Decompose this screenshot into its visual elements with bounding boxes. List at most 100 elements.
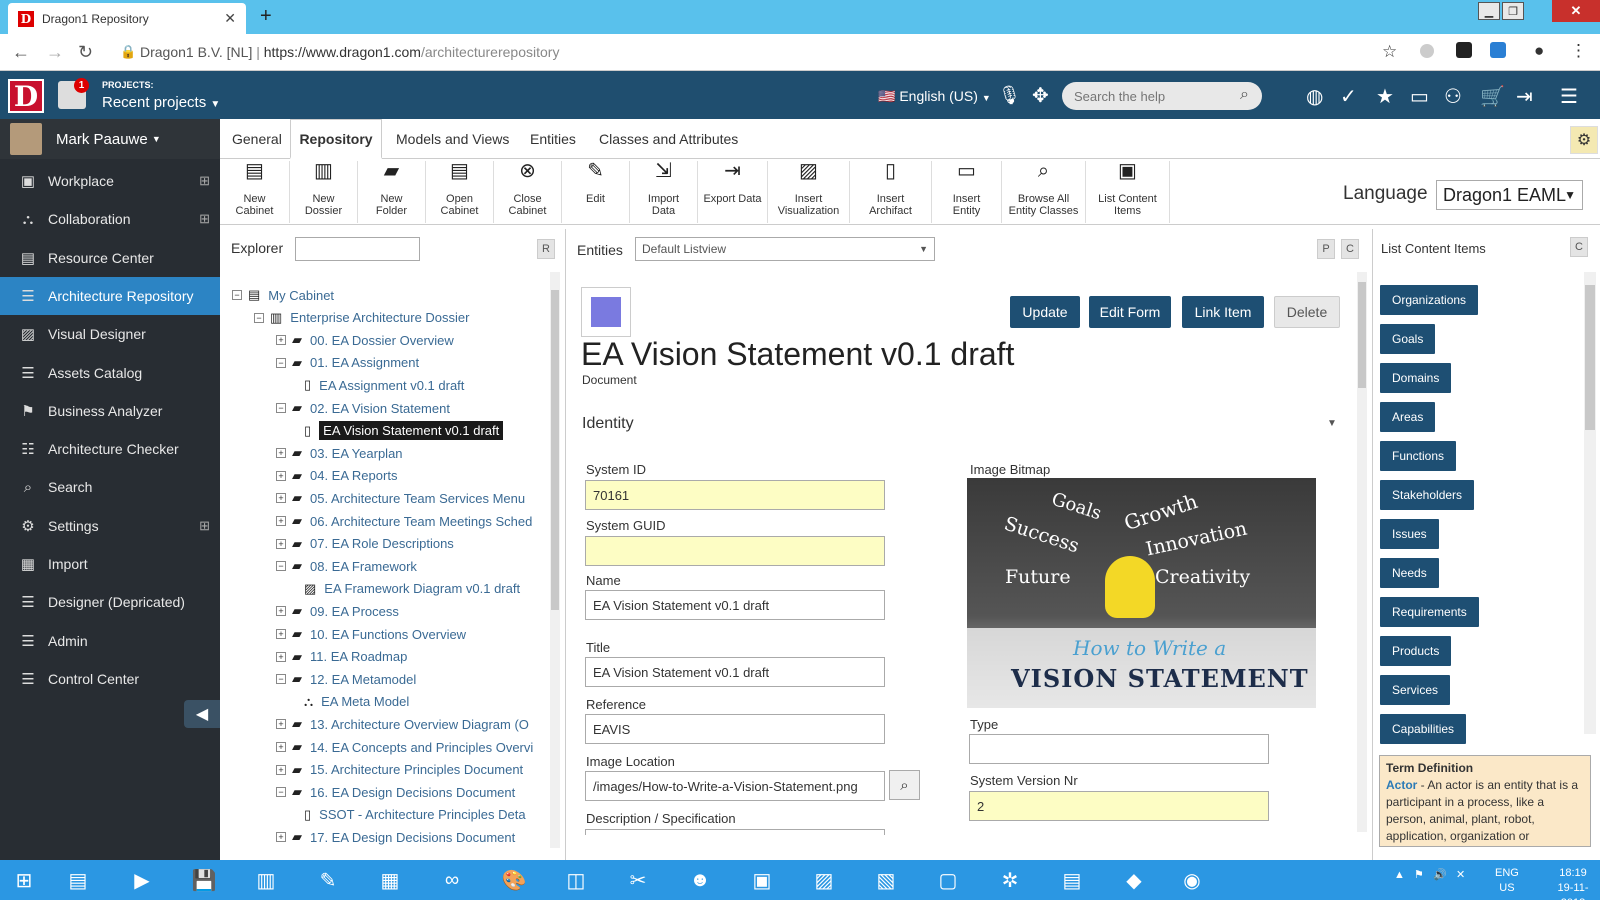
browser-tab[interactable]: D Dragon1 Repository ✕ <box>8 3 246 34</box>
sidebar-item-resource-center[interactable]: ▤ Resource Center <box>0 239 220 277</box>
sidebar-item-designer-depricated[interactable]: ☰ Designer (Depricated) <box>0 583 220 621</box>
settings-gear-icon[interactable]: ⚙ <box>1570 126 1598 154</box>
extension-skype-icon[interactable] <box>1490 42 1506 58</box>
network-app-icon[interactable]: ✲ <box>992 864 1028 896</box>
sidebar-item-search[interactable]: ⌕ Search <box>0 468 220 506</box>
input-language-indicator[interactable]: ENG US <box>1495 866 1519 896</box>
tree-expander-icon[interactable]: + <box>276 538 286 549</box>
content-tag-requirements[interactable]: Requirements <box>1380 597 1479 627</box>
game-app-icon[interactable]: ☻ <box>682 864 718 896</box>
close-window-icon[interactable]: ✕ <box>1552 0 1600 22</box>
snipping-tool-icon[interactable]: ✂ <box>620 864 656 896</box>
content-tag-products[interactable]: Products <box>1380 636 1452 666</box>
browser-menu-icon[interactable]: ⋮ <box>1570 41 1587 61</box>
list-content-items-button[interactable]: ▣ List Content Items <box>1086 161 1170 223</box>
tree-item[interactable]: + ▰ 09. EA Process <box>276 600 399 622</box>
tree-expander-icon[interactable]: + <box>276 335 286 346</box>
sidebar-item-settings[interactable]: ⚙ Settings ⊞ <box>0 507 220 545</box>
recent-projects-dropdown[interactable]: Recent projects ▼ <box>102 94 220 111</box>
content-tag-issues[interactable]: Issues <box>1380 519 1439 549</box>
new-folder-button[interactable]: ▰ New Folder <box>358 161 426 223</box>
star-icon[interactable]: ★ <box>1376 84 1394 109</box>
infinity-app-icon[interactable]: ∞ <box>434 864 470 896</box>
microphone-icon[interactable]: 🎙 <box>998 85 1021 106</box>
extension-circle-icon[interactable] <box>1420 44 1434 58</box>
tree-item[interactable]: ▯ EA Vision Statement v0.1 draft <box>298 420 504 442</box>
tree-item[interactable]: ▨ EA Framework Diagram v0.1 draft <box>298 578 520 600</box>
web-app-icon[interactable]: ▤ <box>1054 864 1090 896</box>
books-app-icon[interactable]: ▧ <box>868 864 904 896</box>
sidebar-item-architecture-checker[interactable]: ☷ Architecture Checker <box>0 430 220 468</box>
restore-window-icon[interactable]: ❐ <box>1502 2 1524 20</box>
help-search-input[interactable] <box>1062 82 1262 110</box>
export-data-button[interactable]: ⇥ Export Data <box>698 161 768 223</box>
tree-item[interactable]: + ▰ 07. EA Role Descriptions <box>276 533 454 555</box>
tree-expander-icon[interactable]: + <box>276 493 286 504</box>
right-scrollbar-thumb[interactable] <box>1585 285 1595 430</box>
right-collapse-button[interactable]: C <box>1570 237 1588 257</box>
tree-expander-icon[interactable]: − <box>276 357 286 368</box>
pdf-app-icon[interactable]: ▥ <box>248 864 284 896</box>
tree-item[interactable]: − ▰ 02. EA Vision Statement <box>276 397 450 419</box>
content-tag-domains[interactable]: Domains <box>1380 363 1452 393</box>
tab-classes-and-attributes[interactable]: Classes and Attributes <box>587 119 750 159</box>
save-app-icon[interactable]: 💾 <box>186 864 222 896</box>
user-menu[interactable]: Mark Paauwe ▼ <box>0 119 220 159</box>
system-tray[interactable]: ▲ ⚑ 🔊 ✕ <box>1394 868 1465 881</box>
dragon1-logo[interactable]: D <box>8 79 44 113</box>
insert-entity-button[interactable]: ▭ Insert Entity <box>932 161 1002 223</box>
tree-expander-icon[interactable]: + <box>276 606 286 617</box>
name-field[interactable]: EA Vision Statement v0.1 draft <box>585 590 885 620</box>
powershell-icon[interactable]: ▶ <box>124 864 160 896</box>
globe-icon[interactable]: ◍ <box>1306 84 1323 109</box>
url-field[interactable]: Dragon1 B.V. [NL] | https://www.dragon1.… <box>140 44 559 60</box>
open-cabinet-button[interactable]: ▤ Open Cabinet <box>426 161 494 223</box>
tree-item[interactable]: + ▰ 03. EA Yearplan <box>276 442 403 464</box>
tree-item[interactable]: ⛬ EA Meta Model <box>298 691 409 713</box>
tab-entities[interactable]: Entities <box>518 119 588 159</box>
file-explorer-icon[interactable]: ▤ <box>60 864 96 896</box>
tree-item[interactable]: ▯ EA Assignment v0.1 draft <box>298 374 464 396</box>
content-tag-functions[interactable]: Functions <box>1380 441 1457 471</box>
profile-icon[interactable]: ● <box>1534 41 1544 61</box>
reference-field[interactable]: EAVIS <box>585 714 885 744</box>
bookmark-star-icon[interactable]: ☆ <box>1382 42 1397 62</box>
system-guid-field[interactable] <box>585 536 885 566</box>
sidebar-item-visual-designer[interactable]: ▨ Visual Designer <box>0 315 220 353</box>
sidebar-item-architecture-repository[interactable]: ☰ Architecture Repository <box>0 276 220 315</box>
type-field[interactable] <box>969 734 1269 764</box>
tree-expander-icon[interactable]: − <box>254 312 264 323</box>
tree-expander-icon[interactable]: + <box>276 470 286 481</box>
photo-app-icon[interactable]: ▨ <box>806 864 842 896</box>
chart-app-icon[interactable]: ▦ <box>372 864 408 896</box>
sidebar-item-business-analyzer[interactable]: ⚑ Business Analyzer <box>0 392 220 430</box>
windows-start-icon[interactable]: ⊞ <box>6 864 42 896</box>
search-icon[interactable]: ⌕ <box>1240 86 1249 104</box>
close-cabinet-button[interactable]: ⊗ Close Cabinet <box>494 161 562 223</box>
explorer-refresh-button[interactable]: R <box>537 239 555 259</box>
tab-general[interactable]: General <box>220 119 294 159</box>
content-tag-services[interactable]: Services <box>1380 675 1451 705</box>
image-location-search-icon[interactable]: ⌕ <box>889 770 920 800</box>
tree-expander-icon[interactable]: − <box>276 787 286 798</box>
update-button[interactable]: Update <box>1010 296 1080 328</box>
print-button[interactable]: P <box>1317 239 1335 259</box>
content-tag-goals[interactable]: Goals <box>1380 324 1436 354</box>
system-version-field[interactable]: 2 <box>969 791 1269 821</box>
browse-all-entity-classes-button[interactable]: ⌕ Browse All Entity Classes <box>1002 161 1086 223</box>
chrome-app-icon[interactable]: ◉ <box>1174 864 1210 896</box>
expand-plus-icon[interactable]: ⊞ <box>199 173 210 189</box>
chevron-down-icon[interactable]: ▼ <box>1327 418 1337 429</box>
check-circle-icon[interactable]: ✓ <box>1340 84 1357 109</box>
folder-app-icon[interactable]: ▢ <box>930 864 966 896</box>
sidebar-item-assets-catalog[interactable]: ☰ Assets Catalog <box>0 354 220 392</box>
collapse-sidebar-icon[interactable]: ◀ <box>184 700 220 728</box>
content-tag-organizations[interactable]: Organizations <box>1380 285 1479 315</box>
new-dossier-button[interactable]: ▥ New Dossier <box>290 161 358 223</box>
logout-icon[interactable]: ⇥ <box>1516 84 1533 109</box>
tree-item[interactable]: − ▰ 16. EA Design Decisions Document <box>276 781 515 803</box>
explorer-filter-input[interactable] <box>295 237 420 261</box>
image-location-field[interactable]: /images/How-to-Write-a-Vision-Statement.… <box>585 771 885 801</box>
content-tag-stakeholders[interactable]: Stakeholders <box>1380 480 1475 510</box>
system-clock[interactable]: 18:19 19-11-2018 <box>1546 866 1600 911</box>
